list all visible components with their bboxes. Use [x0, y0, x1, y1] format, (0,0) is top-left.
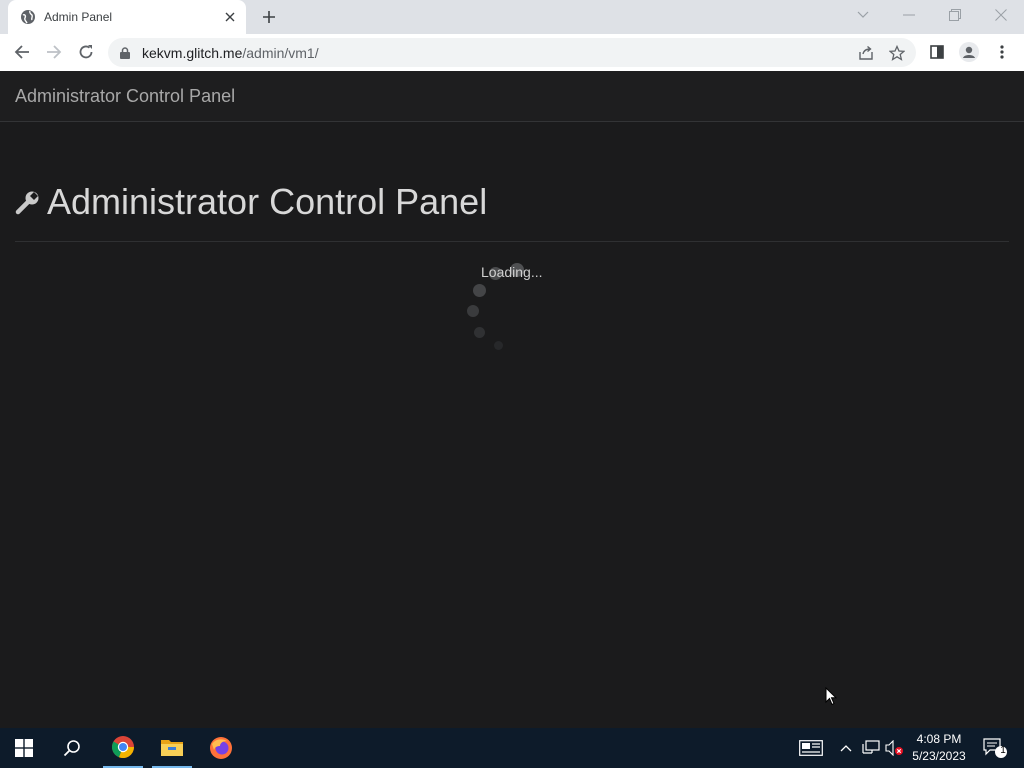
notification-count: 1 — [1000, 745, 1006, 756]
close-window-icon[interactable] — [978, 0, 1024, 30]
page-title: Administrator Control Panel — [15, 181, 487, 223]
divider — [15, 241, 1009, 242]
spinner-dot — [467, 305, 479, 317]
loading-text: Loading... — [481, 264, 543, 280]
page-heading: Administrator Control Panel — [47, 181, 488, 222]
spinner-dot — [474, 327, 485, 338]
navbar: Administrator Control Panel — [0, 71, 1024, 122]
wrench-icon — [15, 188, 41, 216]
clock-date: 5/23/2023 — [912, 749, 966, 763]
side-panel-icon[interactable] — [923, 38, 951, 66]
minimize-icon[interactable] — [886, 0, 932, 30]
network-icon[interactable] — [859, 728, 883, 768]
tab-title: Admin Panel — [44, 10, 113, 24]
tab-admin-panel[interactable]: Admin Panel — [8, 0, 246, 34]
navbar-brand[interactable]: Administrator Control Panel — [15, 86, 235, 107]
url-text: kekvm.glitch.me/admin/vm1/ — [142, 45, 319, 61]
globe-icon — [20, 9, 36, 25]
reload-icon[interactable] — [72, 38, 100, 66]
url-host: kekvm.glitch.me — [142, 45, 243, 61]
back-arrow-icon[interactable] — [8, 38, 36, 66]
lock-icon[interactable] — [120, 46, 130, 64]
firefox-icon[interactable] — [201, 728, 241, 768]
tab-strip: Admin Panel — [0, 0, 1024, 34]
windows-start-icon[interactable] — [0, 728, 48, 768]
news-widget-icon[interactable] — [794, 728, 828, 768]
volume-muted-icon[interactable] — [884, 728, 906, 768]
spinner-dot — [473, 284, 486, 297]
tab-search-icon[interactable] — [840, 0, 886, 30]
system-clock[interactable]: 4:08 PM 5/23/2023 — [906, 731, 972, 765]
share-icon[interactable] — [857, 44, 875, 62]
forward-arrow-icon[interactable] — [40, 38, 68, 66]
menu-dots-icon[interactable] — [988, 38, 1016, 66]
search-icon[interactable] — [48, 728, 96, 768]
file-explorer-icon[interactable] — [152, 728, 192, 768]
spinner-dot — [494, 341, 503, 350]
profile-avatar-icon[interactable] — [955, 38, 983, 66]
bookmark-star-icon[interactable] — [888, 44, 906, 62]
new-tab-button[interactable] — [256, 4, 282, 30]
clock-time: 4:08 PM — [916, 732, 962, 746]
close-tab-icon[interactable] — [220, 7, 240, 27]
url-path: /admin/vm1/ — [242, 45, 319, 61]
notifications-icon[interactable]: 1 — [978, 728, 1012, 768]
restore-icon[interactable] — [932, 0, 978, 30]
chevron-up-icon[interactable] — [836, 728, 856, 768]
mouse-cursor-icon — [825, 686, 838, 711]
taskbar: 4:08 PM 5/23/2023 1 — [0, 728, 1024, 768]
browser-toolbar: kekvm.glitch.me/admin/vm1/ — [0, 34, 1024, 71]
address-bar[interactable]: kekvm.glitch.me/admin/vm1/ — [108, 38, 916, 67]
chrome-icon[interactable] — [103, 728, 143, 768]
page-content: Administrator Control Panel Administrato… — [0, 71, 1024, 728]
